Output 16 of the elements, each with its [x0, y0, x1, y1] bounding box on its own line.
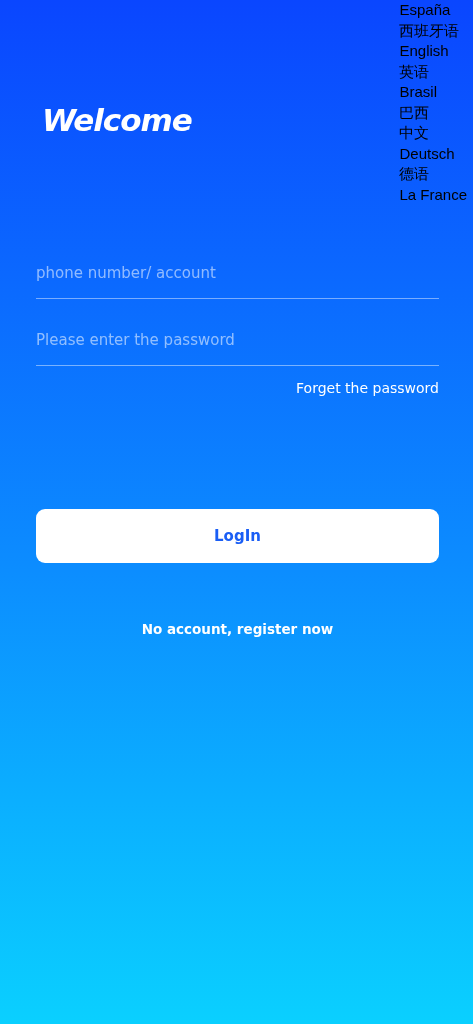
register-link[interactable]: No account, register now	[141, 621, 334, 637]
language-option[interactable]: 英语	[399, 61, 430, 82]
language-option[interactable]: Deutsch	[399, 143, 455, 164]
language-option[interactable]: 巴西	[399, 102, 430, 123]
language-option[interactable]: España	[399, 0, 451, 21]
language-option[interactable]: 中文	[399, 123, 430, 144]
login-button[interactable]: LogIn	[36, 509, 439, 563]
account-field[interactable]: phone number/ account	[36, 232, 439, 299]
password-field[interactable]: Please enter the password	[36, 299, 439, 366]
language-option[interactable]: La France	[399, 184, 467, 205]
language-option[interactable]: English	[399, 41, 449, 62]
welcome-title: Welcome	[42, 101, 192, 140]
forgot-password-link[interactable]: Forget the password	[296, 380, 439, 396]
language-option[interactable]: 德语	[399, 164, 430, 185]
language-option[interactable]: 西班牙语	[399, 20, 460, 41]
language-option[interactable]: Brasil	[399, 82, 437, 103]
